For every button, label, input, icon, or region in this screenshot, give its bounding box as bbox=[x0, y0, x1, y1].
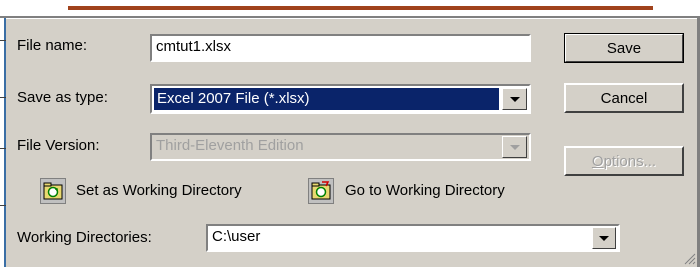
set-working-directory-label[interactable]: Set as Working Directory bbox=[76, 182, 242, 199]
chevron-down-icon[interactable] bbox=[502, 88, 527, 110]
working-directories-value: C:\user bbox=[212, 228, 261, 245]
working-directories-select[interactable]: C:\user bbox=[206, 224, 620, 252]
title-accent-bar bbox=[68, 6, 653, 10]
left-frame-edge bbox=[0, 18, 6, 267]
file-version-select: Third-Eleventh Edition bbox=[150, 133, 531, 161]
file-name-label: File name: bbox=[17, 37, 88, 54]
options-mnemonic: O bbox=[591, 152, 604, 170]
options-button: Options... bbox=[564, 146, 684, 176]
file-name-input[interactable]: cmtut1.xlsx bbox=[150, 34, 531, 62]
ruler-tick bbox=[0, 40, 6, 41]
working-directories-label: Working Directories: bbox=[17, 229, 152, 246]
folder-go-icon bbox=[311, 181, 331, 200]
cancel-button[interactable]: Cancel bbox=[564, 83, 684, 113]
resize-grip-icon[interactable] bbox=[684, 253, 696, 265]
go-to-working-directory-button[interactable] bbox=[308, 178, 334, 204]
title-strip bbox=[0, 0, 700, 16]
save-as-type-label: Save as type: bbox=[17, 89, 108, 106]
chevron-down-icon[interactable] bbox=[592, 227, 616, 249]
file-version-value: Third-Eleventh Edition bbox=[156, 137, 304, 154]
ruler-tick bbox=[0, 148, 6, 149]
ruler-tick bbox=[0, 205, 6, 206]
file-version-label: File Version: bbox=[17, 137, 100, 154]
save-as-type-select[interactable]: Excel 2007 File (*.xlsx) bbox=[150, 84, 531, 114]
folder-refresh-icon bbox=[43, 182, 63, 200]
set-working-directory-button[interactable] bbox=[40, 178, 66, 204]
go-to-working-directory-label[interactable]: Go to Working Directory bbox=[345, 182, 505, 199]
chevron-down-icon bbox=[502, 136, 527, 158]
options-label: ptions... bbox=[603, 152, 657, 170]
save-button[interactable]: Save bbox=[564, 33, 684, 63]
ruler-tick bbox=[0, 97, 6, 98]
save-as-type-selected-value: Excel 2007 File (*.xlsx) bbox=[154, 88, 499, 110]
divider bbox=[0, 16, 700, 19]
